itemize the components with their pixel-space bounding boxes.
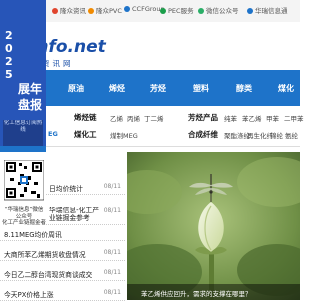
nav-item-crude[interactable]: 原油 [68, 83, 84, 94]
photo-caption[interactable]: 苯乙烯供应回升，需求的支撑在哪里？ [127, 284, 300, 300]
subnav-title-olefin-chain[interactable]: 烯烃链 [74, 112, 97, 123]
news-date: 08/11 [103, 183, 121, 190]
topbar-link-label: PEC服务 [168, 7, 194, 15]
list-item[interactable]: 8.11MEG均价周讯 [0, 226, 125, 241]
news-title: 8.11MEG均价周讯 [4, 231, 62, 239]
photo-caption-text: 苯乙烯供应回升，需求的支撑在哪里？ [141, 290, 252, 298]
news-date: 08/11 [103, 289, 121, 296]
news-date: 08/11 [103, 249, 121, 256]
qr-code-icon [4, 160, 44, 208]
topbar-link-label: 隆众PVC [96, 7, 122, 15]
brand-icon [160, 8, 166, 14]
site-logo-subtitle: 资讯网 [42, 59, 74, 68]
news-title: 今天PX价格上涨 [4, 291, 54, 299]
subnav-title-fibers[interactable]: 合成纤维 [188, 129, 218, 140]
login-link[interactable]: 华瑞信息通 [247, 5, 288, 15]
list-item[interactable]: 华瑞信息-化工产业链掘金参考 08/11 [46, 204, 125, 225]
qr-caption-line: “华瑞信息”微信公众号 [4, 207, 44, 220]
subnav-item[interactable]: 锦纶 [270, 130, 283, 140]
nav-item-plastics[interactable]: 塑料 [193, 83, 209, 94]
banner-subtitle: 化工信息订阅热线 [3, 120, 43, 146]
topbar-link-3[interactable]: CCFGroup [124, 5, 165, 13]
topbar-link-4[interactable]: PEC服务 [160, 5, 194, 15]
subnav-item[interactable]: 二甲苯 [284, 113, 304, 123]
subnav-item[interactable]: 甲苯 [266, 113, 279, 123]
nav-item-coal-chem[interactable]: 煤化 [278, 83, 294, 94]
subnav-item[interactable]: 煤制MEG [110, 130, 138, 140]
news-date: 08/11 [103, 207, 121, 214]
wechat-link[interactable]: 微信公众号 [198, 5, 239, 15]
subnav-item[interactable]: 乙烯 [110, 113, 123, 123]
subnav-item[interactable]: 氨纶 [285, 130, 298, 140]
topbar-link-label: 隆众资讯 [60, 7, 86, 15]
qr-caption: “华瑞信息”微信公众号 化工产业链掘金者 [2, 207, 46, 227]
banner-digit: 2 [5, 55, 13, 68]
nav-item-alcohols[interactable]: 醇类 [236, 83, 252, 94]
subnav-item[interactable]: 纯苯 [224, 113, 237, 123]
banner-digit: 0 [5, 42, 13, 55]
nav-item-aromatics[interactable]: 芳烃 [150, 83, 166, 94]
list-item[interactable]: 日均价统计 08/11 [46, 180, 125, 195]
subnav-title-coal-chem[interactable]: 煤化工 [74, 129, 97, 140]
list-item[interactable]: 今天PX价格上涨 08/11 [0, 286, 125, 301]
subnav-title-aromatics[interactable]: 芳烃产品 [188, 112, 218, 123]
login-label: 华瑞信息通 [255, 7, 288, 15]
subnav-tag[interactable]: EG [48, 130, 58, 138]
news-title: 日均价统计 [49, 185, 83, 193]
wechat-label: 微信公众号 [206, 7, 239, 15]
wechat-icon [198, 8, 204, 14]
brand-icon [124, 6, 130, 12]
list-item[interactable]: 今日乙二醇台湾现货商谈成交 08/11 [0, 266, 125, 281]
banner-title: 展年 [18, 82, 43, 96]
news-title: 今日乙二醇台湾现货商谈成交 [4, 271, 93, 279]
brand-icon [52, 8, 58, 14]
nav-item-olefins[interactable]: 烯烃 [109, 83, 125, 94]
user-icon [247, 8, 253, 14]
subnav-item[interactable]: 丁二烯 [144, 113, 164, 123]
news-title: 大商所苯乙烯期货收盘情况 [4, 251, 86, 259]
banner-digit: 5 [5, 68, 13, 81]
annual-report-banner[interactable]: 2 0 2 5 展年 盘报 化工信息订阅热线 [0, 0, 46, 150]
banner-digit: 2 [5, 29, 13, 42]
news-date: 08/11 [103, 269, 121, 276]
subnav-item[interactable]: 丙烯 [127, 113, 140, 123]
list-item[interactable]: 大商所苯乙烯期货收盘情况 08/11 [0, 246, 125, 261]
banner-title: 盘报 [18, 98, 43, 112]
subnav-item[interactable]: 苯乙烯 [242, 113, 262, 123]
topbar-link-1[interactable]: 隆众资讯 [52, 5, 86, 15]
brand-icon [88, 8, 94, 14]
news-title: 华瑞信息-化工产业链掘金参考 [49, 207, 100, 222]
topbar-link-2[interactable]: 隆众PVC [88, 5, 122, 15]
featured-photo[interactable] [127, 152, 300, 300]
